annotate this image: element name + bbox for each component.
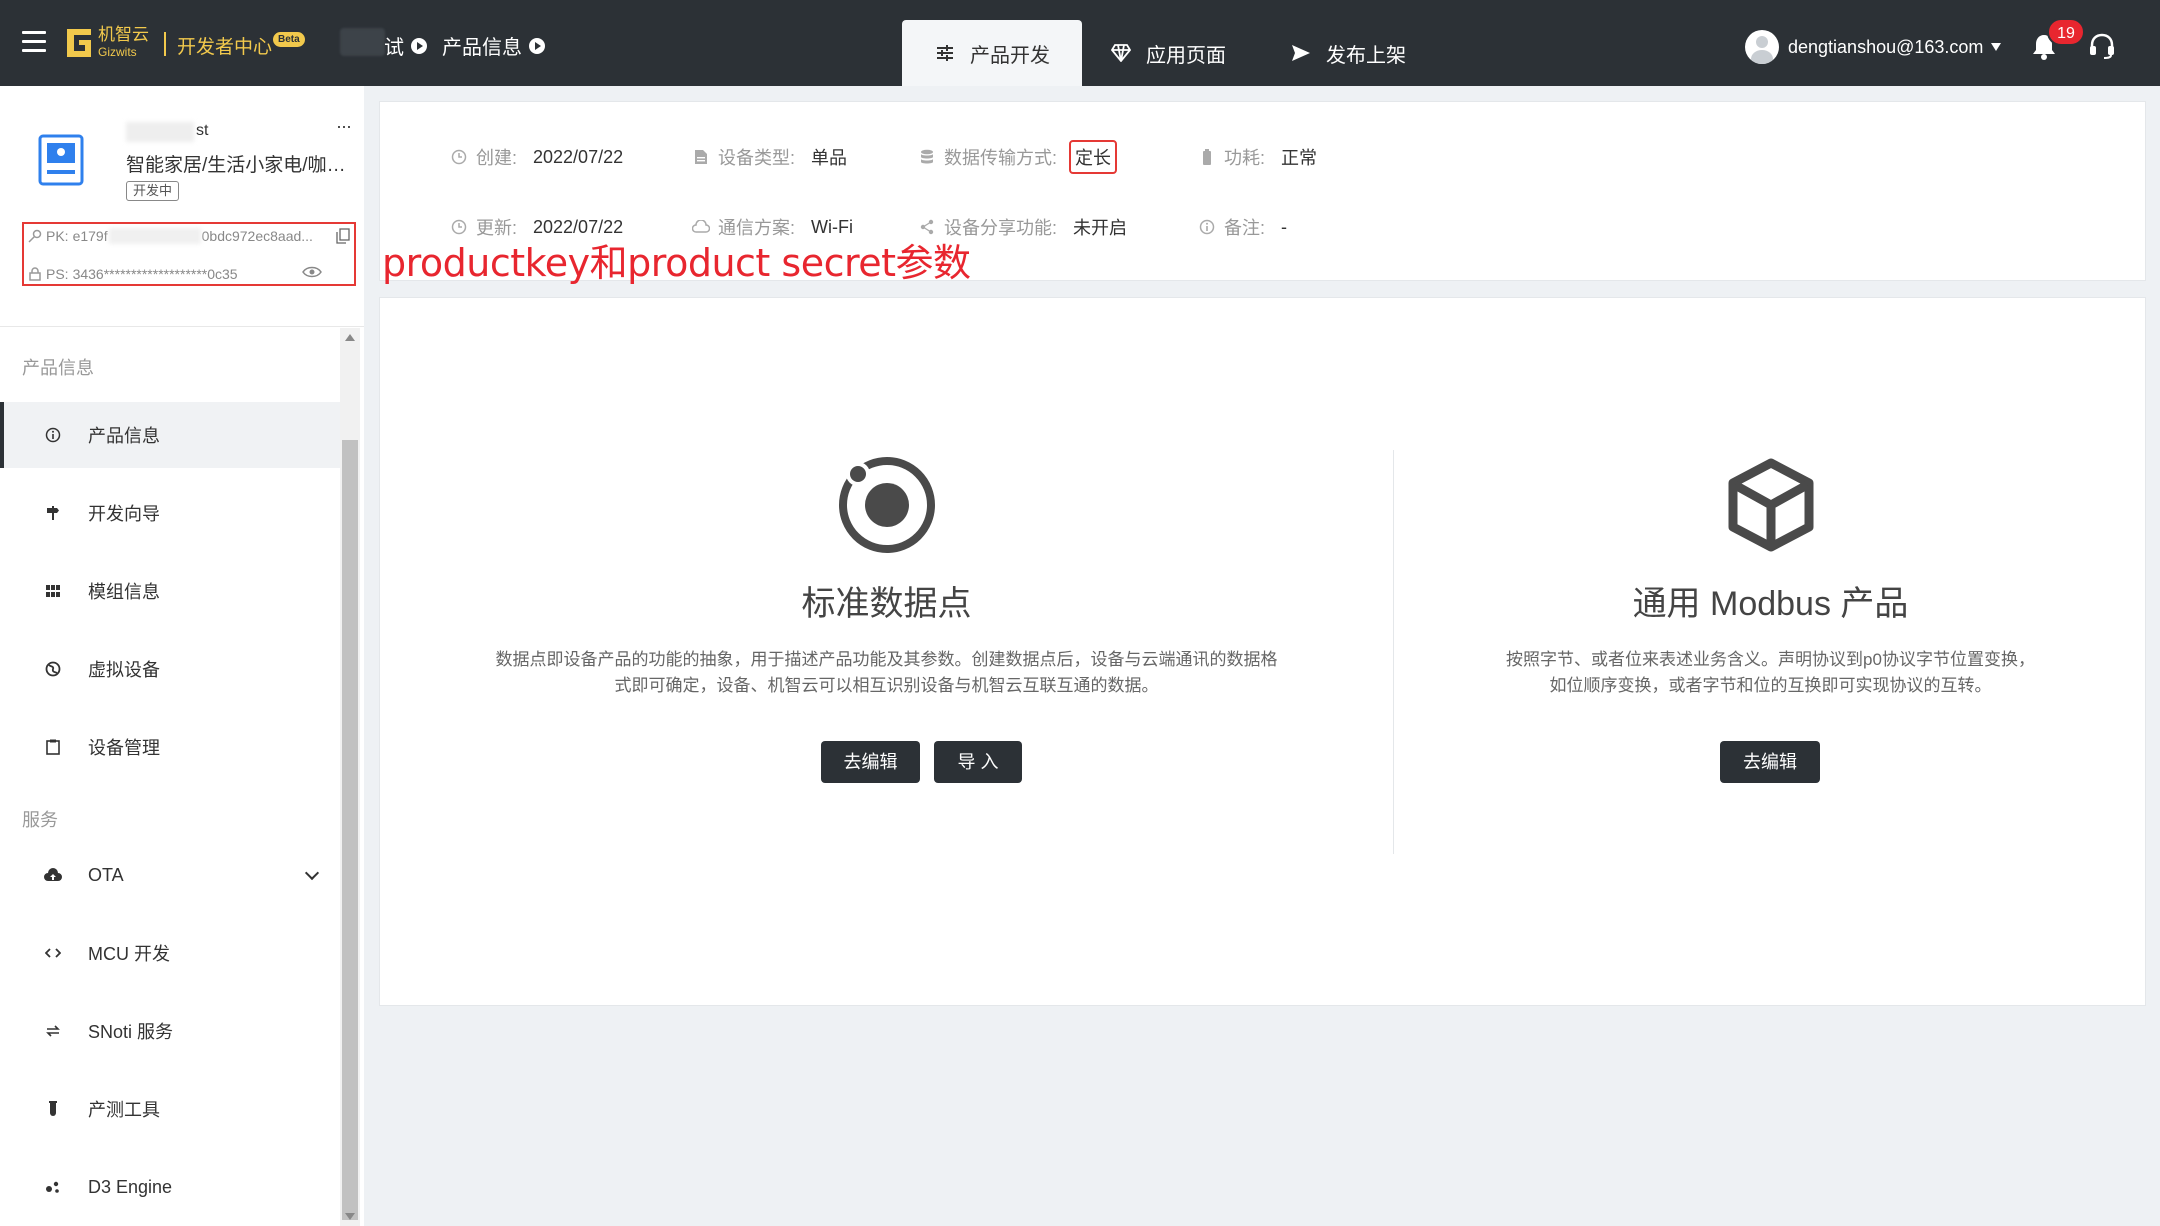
sidebar-divider [0, 326, 364, 327]
product-name-redacted [126, 122, 194, 142]
user-menu[interactable]: dengtianshou@163.com [1745, 30, 2002, 64]
tab-publish[interactable]: 发布上架 [1290, 20, 1406, 86]
top-navbar: 机智云 Gizwits 开发者中心 Beta 试 产品信息 产品开发 应用页面 … [0, 0, 2160, 86]
nodes-icon [44, 1178, 62, 1196]
tab-app-pages[interactable]: 应用页面 [1110, 20, 1226, 86]
breadcrumb-page[interactable]: 产品信息 [442, 31, 545, 60]
copy-icon[interactable] [336, 228, 350, 244]
avatar [1745, 30, 1779, 64]
product-name: st [196, 122, 209, 139]
cloud-upload-icon [44, 866, 62, 884]
breadcrumb-arrow-icon [529, 37, 545, 54]
clipboard-icon [44, 738, 62, 756]
product-key-row: PK: e179f 0bdc972ec8aad... [28, 228, 313, 244]
sidebar-section-product: 产品信息 [22, 358, 94, 378]
breadcrumb-project[interactable]: 试 [384, 31, 427, 60]
caret-down-icon [1991, 43, 2002, 51]
sidebar-item-product-info[interactable]: 产品信息 [0, 402, 340, 468]
menu-icon[interactable] [22, 31, 46, 53]
modbus-title: 通用 Modbus 产品 [1632, 585, 1909, 623]
modbus-edit-button[interactable]: 去编辑 [1720, 741, 1820, 783]
eye-icon[interactable] [302, 266, 322, 278]
logo-separator [164, 32, 166, 56]
product-key-prefix: e179f [72, 228, 108, 244]
sidebar-scrollbar[interactable] [340, 328, 360, 1226]
import-button[interactable]: 导 入 [934, 741, 1022, 783]
sidebar-item-device-mgmt[interactable]: 设备管理 [0, 714, 340, 780]
key-icon [28, 229, 42, 243]
info-power: 功耗: 正常 [1198, 144, 1317, 170]
sidebar-item-ota[interactable]: OTA [0, 842, 340, 908]
developer-center-title[interactable]: 开发者中心 [177, 32, 272, 59]
status-badge: 开发中 [126, 181, 180, 201]
standard-data-point-panel: 标准数据点 数据点即设备产品的功能的抽象，用于描述产品功能及其参数。创建数据点后… [380, 298, 1393, 1007]
tab-product-dev[interactable]: 产品开发 [902, 20, 1082, 86]
info-icon [44, 426, 62, 444]
sidebar-item-mcu-dev[interactable]: MCU 开发 [0, 920, 340, 986]
globe-icon [44, 660, 62, 678]
product-secret-row: PS: 3436*******************0c35 [28, 266, 238, 282]
product-secret-value: 3436*******************0c35 [72, 266, 238, 282]
grid-icon [44, 582, 62, 600]
sidebar-item-virtual-device[interactable]: 虚拟设备 [0, 636, 340, 702]
ionic-circle-icon [838, 457, 935, 553]
cube-icon [1728, 458, 1813, 552]
product-icon [38, 134, 84, 186]
battery-icon [1198, 148, 1216, 166]
exchange-icon [44, 1022, 62, 1040]
more-options-button[interactable]: ··· [336, 116, 352, 137]
scroll-up-icon[interactable] [345, 334, 355, 341]
logo-text-cn: 机智云 [98, 25, 149, 44]
transfer-value-highlight: 定长 [1069, 140, 1118, 174]
lock-icon [29, 267, 41, 281]
modbus-desc: 按照字节、或者位来表述业务含义。声明协议到p0协议字节位置变换，如位顺序变换，或… [1506, 650, 2035, 695]
headset-icon[interactable] [2088, 32, 2116, 60]
scroll-down-icon[interactable] [345, 1213, 355, 1220]
sidebar-section-service: 服务 [22, 810, 58, 830]
scrollbar-thumb[interactable] [342, 440, 358, 1220]
info-note: 备注: - [1198, 214, 1287, 240]
notification-badge: 19 [2047, 18, 2085, 46]
clock-icon [450, 148, 468, 166]
sidebar: st ··· 智能家居/生活小家电/咖啡机 开发中 PK: e179f 0bdc… [0, 86, 364, 1226]
product-category: 智能家居/生活小家电/咖啡机 [126, 155, 346, 176]
sidebar-item-d3-engine[interactable]: D3 Engine [0, 1154, 340, 1220]
sidebar-item-dev-guide[interactable]: 开发向导 [0, 480, 340, 546]
modbus-panel: 通用 Modbus 产品 按照字节、或者位来表述业务含义。声明协议到p0协议字节… [1394, 298, 2147, 1007]
logo-text-en: Gizwits [98, 45, 137, 59]
edit-button[interactable]: 去编辑 [821, 741, 920, 783]
sidebar-item-snoti[interactable]: SNoti 服务 [0, 998, 340, 1064]
send-icon [1290, 42, 1312, 64]
sidebar-item-module-info[interactable]: 模组信息 [0, 558, 340, 624]
info-transfer-method: 数据传输方式: 定长 [918, 140, 1118, 174]
gizwits-logo-icon [67, 29, 91, 57]
sliders-icon [934, 42, 956, 64]
test-tube-icon [44, 1100, 62, 1118]
product-key-redacted [108, 228, 201, 244]
info-device-type: 设备类型: 单品 [692, 144, 847, 170]
info-icon [1198, 218, 1216, 236]
database-icon [918, 148, 936, 166]
diamond-icon [1110, 42, 1132, 64]
document-icon [692, 148, 710, 166]
breadcrumb-arrow-icon [411, 37, 427, 54]
chevron-down-icon[interactable] [304, 865, 320, 881]
data-point-card: 标准数据点 数据点即设备产品的功能的抽象，用于描述产品功能及其参数。创建数据点后… [379, 297, 2146, 1006]
user-email: dengtianshou@163.com [1788, 36, 1984, 57]
code-icon [44, 944, 62, 962]
product-key-suffix: 0bdc972ec8aad... [201, 228, 313, 244]
product-key-box: PK: e179f 0bdc972ec8aad... PS: 3436*****… [22, 222, 356, 286]
standard-data-point-title: 标准数据点 [801, 585, 972, 623]
standard-data-point-desc: 数据点即设备产品的功能的抽象，用于描述产品功能及其参数。创建数据点后，设备与云端… [495, 650, 1278, 695]
signpost-icon [44, 504, 62, 522]
beta-badge: Beta [273, 32, 305, 47]
breadcrumb-redacted [340, 28, 385, 56]
annotation-text: productkey和product secret参数 [382, 241, 971, 285]
info-created: 创建: 2022/07/22 [450, 144, 623, 170]
sidebar-item-test-tool[interactable]: 产测工具 [0, 1076, 340, 1142]
